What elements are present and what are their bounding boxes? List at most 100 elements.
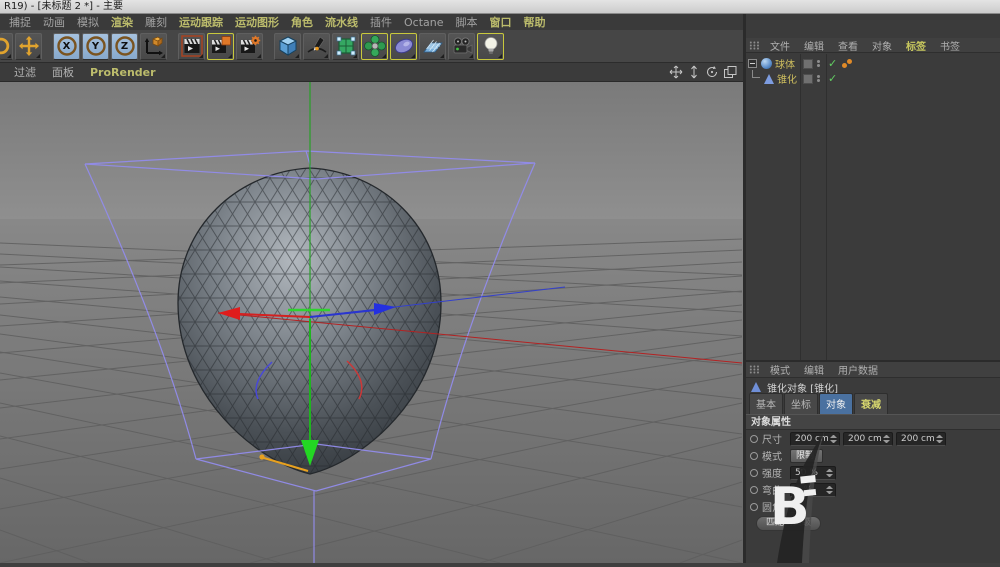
keyframe-circle-icon[interactable] xyxy=(750,452,758,460)
subdivision-surface-icon xyxy=(335,35,357,57)
lock-x-axis-button[interactable]: X xyxy=(53,33,80,60)
menu-help[interactable]: 帮助 xyxy=(518,14,552,30)
menu-pipeline[interactable]: 流水线 xyxy=(319,14,364,30)
object-name[interactable]: 锥化 xyxy=(777,71,797,86)
render-picture-viewer-button[interactable] xyxy=(207,33,234,60)
am-menu-userdata[interactable]: 用户数据 xyxy=(832,362,884,377)
menu-motion-tracker[interactable]: 运动跟踪 xyxy=(173,14,229,30)
visibility-dots[interactable] xyxy=(817,59,820,68)
enabled-check-icon[interactable]: ✓ xyxy=(828,71,837,86)
keyframe-circle-icon[interactable] xyxy=(750,469,758,477)
panel-handle-icon[interactable] xyxy=(749,41,760,50)
lock-z-axis-button[interactable]: Z xyxy=(111,33,138,60)
om-menu-view[interactable]: 查看 xyxy=(832,38,864,53)
phong-tag-icon[interactable] xyxy=(842,59,856,69)
spinner-icon[interactable] xyxy=(826,486,833,494)
menu-octane[interactable]: Octane xyxy=(398,16,450,29)
draw-spline-button[interactable] xyxy=(303,33,330,60)
viewport-scene xyxy=(0,82,743,563)
size-x-field[interactable]: 200 cm xyxy=(790,432,840,446)
object-name[interactable]: 球体 xyxy=(775,56,795,71)
layer-chip[interactable] xyxy=(803,74,813,84)
curvature-row: 弯曲 0 % xyxy=(746,481,1000,498)
fillet-checkbox[interactable] xyxy=(790,501,802,513)
window-titlebar[interactable]: R19) - [未标题 2 *] - 主要 xyxy=(0,0,1000,14)
om-menu-tags[interactable]: 标签 xyxy=(900,38,932,53)
camera-button[interactable] xyxy=(448,33,475,60)
subdivision-surface-button[interactable] xyxy=(332,33,359,60)
environment-object-button[interactable] xyxy=(390,33,417,60)
enabled-check-icon[interactable]: ✓ xyxy=(828,56,837,71)
menu-mograph[interactable]: 运动图形 xyxy=(229,14,285,30)
menu-plugins[interactable]: 插件 xyxy=(364,14,398,30)
curvature-field[interactable]: 0 % xyxy=(790,483,836,497)
render-settings-button[interactable] xyxy=(236,33,263,60)
render-picture-viewer-icon xyxy=(210,35,232,57)
menu-script[interactable]: 脚本 xyxy=(450,14,484,30)
menu-window[interactable]: 窗口 xyxy=(484,14,518,30)
object-tree: 球体 ✓ 锥化 ✓ xyxy=(746,54,1000,360)
fit-to-parent-button[interactable]: 匹配到父级 xyxy=(756,516,821,531)
size-z-field[interactable]: 200 cm xyxy=(896,432,946,446)
tab-coordinates[interactable]: 坐标 xyxy=(784,393,818,414)
rotate-tool-icon xyxy=(0,35,12,57)
mode-dropdown[interactable]: 限制 xyxy=(790,449,823,463)
panel-handle-icon[interactable] xyxy=(749,365,760,374)
section-object-properties: 对象属性 xyxy=(746,414,1000,430)
layer-chip[interactable] xyxy=(803,59,813,69)
am-menu-edit[interactable]: 编辑 xyxy=(798,362,830,377)
right-dock-panel: 文件 编辑 查看 对象 标签 书签 球体 ✓ 锥化 xyxy=(743,14,1000,563)
camera-icon xyxy=(451,35,473,57)
coordinate-system-button[interactable] xyxy=(140,33,167,60)
light-button[interactable] xyxy=(477,33,504,60)
move-tool-button[interactable] xyxy=(15,33,42,60)
spinner-icon[interactable] xyxy=(826,469,833,477)
om-menu-bookmarks[interactable]: 书签 xyxy=(934,38,966,53)
keyframe-circle-icon[interactable] xyxy=(750,503,758,511)
attribute-tabs: 基本 坐标 对象 衰减 xyxy=(746,396,1000,414)
menu-animate[interactable]: 动画 xyxy=(37,14,71,30)
menu-simulate[interactable]: 模拟 xyxy=(71,14,105,30)
menu-sculpt[interactable]: 雕刻 xyxy=(139,14,173,30)
size-y-field[interactable]: 200 cm xyxy=(843,432,893,446)
spinner-icon[interactable] xyxy=(830,435,837,443)
menu-character[interactable]: 角色 xyxy=(285,14,319,30)
menu-snap[interactable]: 捕捉 xyxy=(3,14,37,30)
cinema4d-window: R19) - [未标题 2 *] - 主要 捕捉 动画 模拟 渲染 雕刻 运动跟… xyxy=(0,0,1000,563)
pan-view-icon[interactable] xyxy=(669,65,683,79)
rotate-tool-button[interactable] xyxy=(0,33,13,60)
om-menu-file[interactable]: 文件 xyxy=(764,38,796,53)
viewport-menu-filter[interactable]: 过滤 xyxy=(6,64,44,80)
dolly-view-icon[interactable] xyxy=(687,65,701,79)
lock-y-axis-button[interactable]: Y xyxy=(82,33,109,60)
floor-button[interactable] xyxy=(419,33,446,60)
object-row-taper[interactable]: 锥化 ✓ xyxy=(746,71,797,86)
spinner-icon[interactable] xyxy=(883,435,890,443)
viewport-3d[interactable] xyxy=(0,82,743,563)
keyframe-circle-icon[interactable] xyxy=(750,435,758,443)
window-title: R19) - [未标题 2 *] - 主要 xyxy=(4,1,123,12)
render-view-button[interactable] xyxy=(178,33,205,60)
viewport-nav-controls xyxy=(669,65,737,79)
keyframe-circle-icon[interactable] xyxy=(750,486,758,494)
tab-object[interactable]: 对象 xyxy=(819,393,853,414)
collapse-toggle-icon[interactable] xyxy=(748,59,757,68)
render-settings-icon xyxy=(239,35,261,57)
strength-field[interactable]: 50 % xyxy=(790,466,836,480)
tab-basic[interactable]: 基本 xyxy=(749,393,783,414)
om-menu-edit[interactable]: 编辑 xyxy=(798,38,830,53)
rotate-view-icon[interactable] xyxy=(705,65,719,79)
render-view-icon xyxy=(181,35,203,57)
cube-primitive-icon xyxy=(277,35,299,57)
add-cube-primitive-button[interactable] xyxy=(274,33,301,60)
deformer-button[interactable] xyxy=(361,33,388,60)
am-menu-mode[interactable]: 模式 xyxy=(764,362,796,377)
menu-render[interactable]: 渲染 xyxy=(105,14,139,30)
viewport-menu-prorender[interactable]: ProRender xyxy=(82,66,164,79)
tab-falloff[interactable]: 衰减 xyxy=(854,393,888,414)
om-menu-objects[interactable]: 对象 xyxy=(866,38,898,53)
spinner-icon[interactable] xyxy=(936,435,943,443)
visibility-dots[interactable] xyxy=(817,74,820,83)
toggle-view-icon[interactable] xyxy=(723,65,737,79)
viewport-menu-panel[interactable]: 面板 xyxy=(44,64,82,80)
